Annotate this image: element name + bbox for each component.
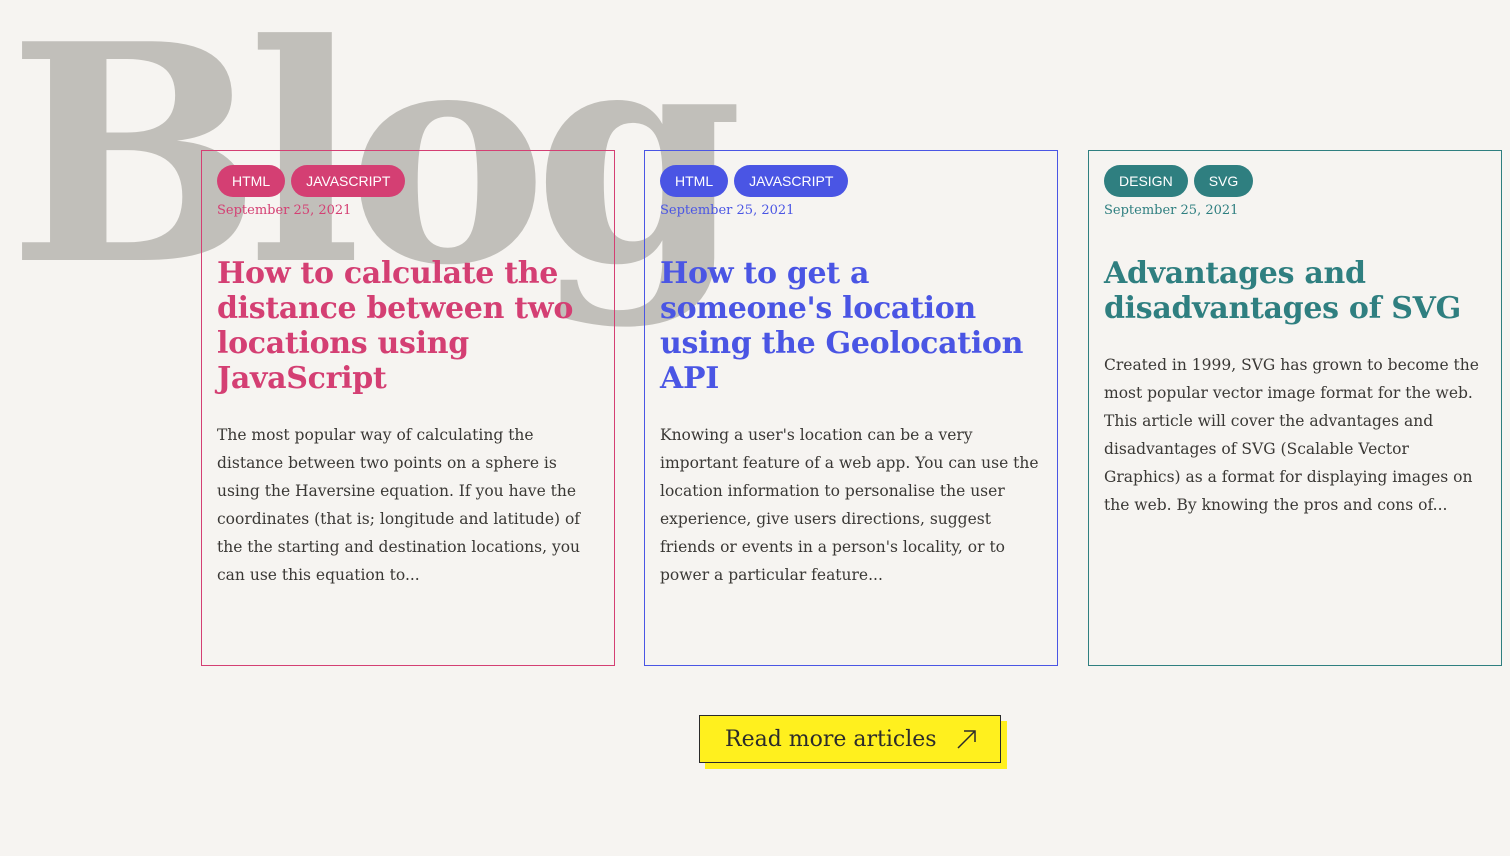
tag-badge[interactable]: SVG	[1193, 165, 1254, 197]
article-date: September 25, 2021	[217, 203, 352, 218]
article-excerpt: Knowing a user's location can be a very …	[660, 426, 1039, 584]
tag-badge[interactable]: JAVASCRIPT	[291, 165, 406, 197]
tag-badge[interactable]: DESIGN	[1104, 165, 1188, 197]
tag-badge[interactable]: HTML	[660, 165, 729, 197]
tag-list: HTML JAVASCRIPT	[217, 165, 599, 197]
article-title[interactable]: How to get a someone's location using th…	[660, 256, 1042, 396]
article-card[interactable]: HTML JAVASCRIPT September 25, 2021 How t…	[644, 150, 1058, 666]
article-card[interactable]: DESIGN SVG September 25, 2021 Advantages…	[1088, 150, 1502, 666]
article-title[interactable]: How to calculate the distance between tw…	[217, 256, 599, 396]
article-excerpt: Created in 1999, SVG has grown to become…	[1104, 356, 1479, 514]
tag-list: HTML JAVASCRIPT	[660, 165, 1042, 197]
article-title[interactable]: Advantages and disadvantages of SVG	[1104, 256, 1486, 326]
article-date: September 25, 2021	[1104, 203, 1239, 218]
article-card[interactable]: HTML JAVASCRIPT September 25, 2021 How t…	[201, 150, 615, 666]
tag-badge[interactable]: HTML	[217, 165, 286, 197]
read-more-button[interactable]: Read more articles	[699, 715, 1001, 763]
article-date: September 25, 2021	[660, 203, 795, 218]
tag-list: DESIGN SVG	[1104, 165, 1486, 197]
tag-badge[interactable]: JAVASCRIPT	[734, 165, 849, 197]
article-excerpt: The most popular way of calculating the …	[217, 426, 581, 584]
arrow-up-right-icon	[957, 730, 976, 749]
read-more-label: Read more articles	[725, 726, 937, 752]
